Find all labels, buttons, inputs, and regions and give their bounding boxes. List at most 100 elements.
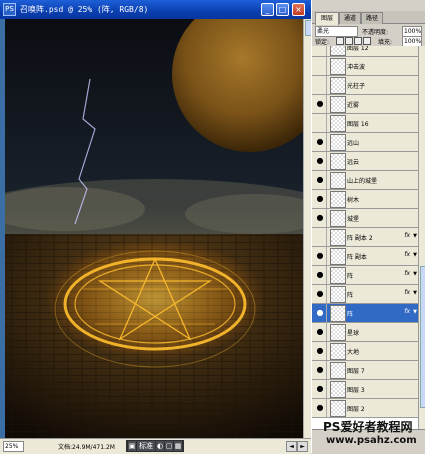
eye-icon[interactable]: ● <box>314 190 327 208</box>
lock-transparency-icon[interactable] <box>336 37 344 45</box>
layer-row[interactable]: 冲击波 <box>312 57 418 76</box>
layer-row[interactable]: ● 图层 7 <box>312 361 418 380</box>
eye-icon[interactable]: ● <box>314 247 327 265</box>
layer-row[interactable]: ● 近雾 <box>312 95 418 114</box>
layer-row[interactable]: ● 树木 <box>312 190 418 209</box>
layer-name[interactable]: 阵 <box>347 271 353 280</box>
layer-row[interactable]: ● 阵 fx ▼ <box>312 304 418 323</box>
layer-thumbnail[interactable] <box>330 305 346 322</box>
layer-name[interactable]: 大地 <box>347 347 359 356</box>
layer-row[interactable]: ● 大地 <box>312 342 418 361</box>
scroll-right-arrow[interactable]: ► <box>297 441 308 452</box>
screen-mode-strip[interactable]: ▣ 标准 ◐ ▢ ▦ <box>126 440 184 452</box>
layer-row[interactable]: ● 远云 <box>312 152 418 171</box>
layer-name[interactable]: 阵 <box>347 309 353 318</box>
mode-icon[interactable]: ▣ <box>128 441 136 451</box>
eye-icon[interactable]: ● <box>314 152 327 170</box>
fx-icon[interactable]: fx <box>404 251 410 258</box>
layer-row[interactable]: ● 远山 <box>312 133 418 152</box>
layer-name[interactable]: 图层 2 <box>347 404 365 413</box>
layer-row[interactable]: 阵 副本 2 fx ▼ <box>312 228 418 247</box>
layer-name[interactable]: 星球 <box>347 328 359 337</box>
layer-thumbnail[interactable] <box>330 191 346 208</box>
eye-icon[interactable]: ● <box>314 361 327 379</box>
eye-icon[interactable] <box>314 76 327 94</box>
layer-thumbnail[interactable] <box>330 46 346 56</box>
layer-name[interactable]: 阵 副本 2 <box>347 233 373 242</box>
tab-channels[interactable]: 通道 <box>339 12 361 24</box>
layer-name[interactable]: 城堡 <box>347 214 359 223</box>
eye-icon[interactable]: ● <box>314 285 327 303</box>
layer-list[interactable]: 图层 12 冲击波光柱子 ● 近雾图层 16 ● 远山 ● 远云 ● 山上的城堡 ● 树木 ● 城堡阵 副… <box>312 46 418 429</box>
screen-icon[interactable]: ▢ <box>165 441 173 451</box>
layer-name[interactable]: 阵 副本 <box>347 252 367 261</box>
close-button[interactable]: × <box>292 3 305 16</box>
layer-thumbnail[interactable] <box>330 229 346 246</box>
layer-thumbnail[interactable] <box>330 362 346 379</box>
eye-icon[interactable] <box>314 46 327 56</box>
tab-layers[interactable]: 图层 <box>315 12 339 25</box>
layer-name[interactable]: 图层 7 <box>347 366 365 375</box>
layer-row[interactable]: ● 星球 <box>312 323 418 342</box>
fx-icon[interactable]: fx <box>404 232 410 239</box>
lock-position-icon[interactable] <box>354 37 362 45</box>
fx-expand-icon[interactable]: ▼ <box>413 233 417 239</box>
layer-name[interactable]: 远云 <box>347 157 359 166</box>
layer-row[interactable]: ● 城堡 <box>312 209 418 228</box>
layer-thumbnail[interactable] <box>330 248 346 265</box>
layer-row[interactable]: ● 阵 副本 fx ▼ <box>312 247 418 266</box>
layer-row[interactable]: ● 图层 3 <box>312 380 418 399</box>
layer-thumbnail[interactable] <box>330 115 346 132</box>
layer-name[interactable]: 图层 3 <box>347 385 365 394</box>
layer-row[interactable]: ● 山上的城堡 <box>312 171 418 190</box>
layer-row[interactable]: ● 图层 2 <box>312 399 418 418</box>
layer-name[interactable]: 冲击波 <box>347 62 365 71</box>
layer-thumbnail[interactable] <box>330 400 346 417</box>
fx-expand-icon[interactable]: ▼ <box>413 309 417 315</box>
layer-thumbnail[interactable] <box>330 134 346 151</box>
minimize-button[interactable]: _ <box>261 3 274 16</box>
fx-icon[interactable]: fx <box>404 289 410 296</box>
layer-row[interactable]: ● 阵 fx ▼ <box>312 285 418 304</box>
eye-icon[interactable] <box>314 114 327 132</box>
image-canvas[interactable] <box>5 19 303 438</box>
quickmask-icon[interactable]: ◐ <box>156 441 164 451</box>
layer-thumbnail[interactable] <box>330 381 346 398</box>
layer-name[interactable]: 图层 16 <box>347 119 369 128</box>
eye-icon[interactable]: ● <box>314 209 327 227</box>
layer-name[interactable]: 山上的城堡 <box>347 176 377 185</box>
standard-mode-label[interactable]: 标准 <box>137 441 155 451</box>
eye-icon[interactable]: ● <box>314 95 327 113</box>
eye-icon[interactable]: ● <box>314 342 327 360</box>
lock-pixels-icon[interactable] <box>345 37 353 45</box>
zoom-level[interactable]: 25% <box>3 441 24 452</box>
layer-name[interactable]: 树木 <box>347 195 359 204</box>
layer-name[interactable]: 远山 <box>347 138 359 147</box>
layer-thumbnail[interactable] <box>330 96 346 113</box>
layer-thumbnail[interactable] <box>330 343 346 360</box>
eye-icon[interactable]: ● <box>314 266 327 284</box>
eye-icon[interactable] <box>314 228 327 246</box>
layer-thumbnail[interactable] <box>330 172 346 189</box>
layer-row[interactable]: 光柱子 <box>312 76 418 95</box>
eye-icon[interactable]: ● <box>314 323 327 341</box>
layer-thumbnail[interactable] <box>330 77 346 94</box>
layer-row[interactable]: 图层 16 <box>312 114 418 133</box>
fx-icon[interactable]: fx <box>404 270 410 277</box>
tab-paths[interactable]: 路径 <box>361 12 383 24</box>
eye-icon[interactable]: ● <box>314 304 327 322</box>
fx-icon[interactable]: fx <box>404 308 410 315</box>
layer-thumbnail[interactable] <box>330 324 346 341</box>
eye-icon[interactable]: ● <box>314 171 327 189</box>
eye-icon[interactable]: ● <box>314 399 327 417</box>
eye-icon[interactable]: ● <box>314 133 327 151</box>
layers-scrollbar[interactable] <box>418 46 425 429</box>
maximize-button[interactable]: □ <box>276 3 289 16</box>
layer-name[interactable]: 光柱子 <box>347 81 365 90</box>
layer-thumbnail[interactable] <box>330 58 346 75</box>
layer-name[interactable]: 阵 <box>347 290 353 299</box>
fx-expand-icon[interactable]: ▼ <box>413 271 417 277</box>
lock-all-icon[interactable] <box>363 37 371 45</box>
layer-row[interactable]: 图层 12 <box>312 46 418 57</box>
layer-thumbnail[interactable] <box>330 153 346 170</box>
